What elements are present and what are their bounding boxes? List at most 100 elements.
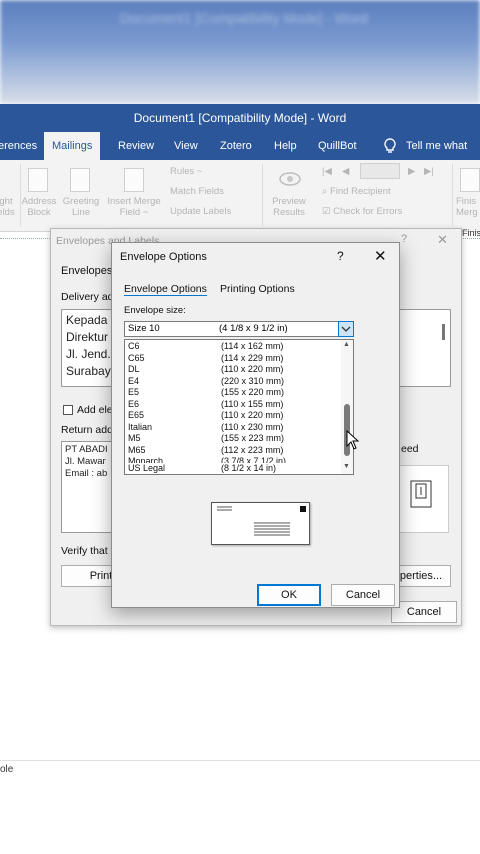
- env-cancel-button[interactable]: Cancel: [391, 601, 457, 623]
- delivery-address-label: Delivery ad: [61, 291, 114, 303]
- tab-view[interactable]: View: [174, 132, 198, 160]
- ribbon: ght elds Address Block Greeting Line Ins…: [0, 160, 480, 232]
- address-block-button[interactable]: Address Block: [20, 196, 58, 218]
- ribbon-separator: [452, 164, 453, 226]
- feed-label: eed: [401, 443, 419, 455]
- list-item[interactable]: E6 (110 x 155 mm): [128, 399, 338, 411]
- delivery-scrollbar[interactable]: [442, 324, 445, 340]
- envelope-size-list[interactable]: C6 (114 x 162 mm) C65 (114 x 229 mm) DL (11…: [124, 339, 354, 475]
- list-item[interactable]: M65 (112 x 223 mm): [128, 445, 338, 457]
- check-errors-icon: ☑: [322, 206, 334, 217]
- size-dim: (155 x 220 mm): [221, 387, 285, 397]
- size-dim: (110 x 230 mm): [221, 421, 284, 432]
- list-item[interactable]: Italian (110 x 230 mm): [128, 422, 338, 434]
- properties-button[interactable]: perties...: [391, 565, 451, 587]
- ok-button[interactable]: OK: [257, 584, 321, 606]
- return-line: Email : ab: [65, 468, 108, 479]
- find-recipient-button[interactable]: ⌕ Find Recipient: [322, 186, 391, 197]
- list-item[interactable]: DL (110 x 220 mm): [128, 364, 338, 376]
- selected-size-name: Size 10: [128, 323, 160, 334]
- record-number-field[interactable]: [360, 163, 400, 179]
- tab-quillbot[interactable]: QuillBot: [318, 132, 357, 160]
- list-item[interactable]: C65 (114 x 229 mm): [128, 353, 338, 365]
- tab-printing-options[interactable]: Printing Options: [220, 283, 295, 295]
- last-record-icon[interactable]: ▶|: [424, 166, 434, 177]
- add-electronic-postage-checkbox[interactable]: [63, 405, 73, 415]
- tab-review[interactable]: Review: [118, 132, 154, 160]
- return-line: PT ABADI: [65, 444, 108, 455]
- list-scrollbar[interactable]: ▲ ▼: [341, 340, 353, 474]
- size-dim: (112 x 223 mm): [221, 444, 284, 455]
- size-name: E5: [128, 387, 140, 397]
- rules-button[interactable]: Rules ~: [170, 166, 202, 177]
- window-title: Document1 [Compatibility Mode] - Word: [0, 104, 480, 132]
- size-name: E6: [128, 398, 140, 409]
- greeting-line-icon[interactable]: [70, 168, 90, 192]
- size-dim: (114 x 229 mm): [221, 352, 284, 363]
- combo-dropdown-button[interactable]: [338, 321, 354, 337]
- size-dim: (220 x 310 mm): [221, 375, 285, 386]
- match-fields-button[interactable]: Match Fields: [170, 186, 224, 197]
- tab-envelope-options[interactable]: Envelope Options: [124, 283, 207, 296]
- tell-me-box[interactable]: Tell me what you: [406, 132, 480, 180]
- previous-record-icon[interactable]: ◀: [342, 166, 349, 177]
- finish-merge-icon[interactable]: [460, 168, 480, 192]
- list-item[interactable]: US Legal (8 1/2 x 14 in): [128, 463, 338, 474]
- size-dim: (110 x 220 mm): [221, 410, 284, 420]
- size-name: US Legal: [128, 463, 166, 473]
- tab-zotero[interactable]: Zotero: [220, 132, 252, 160]
- envelope-size-combobox[interactable]: Size 10 (4 1/8 x 9 1/2 in): [124, 321, 354, 337]
- tab-references[interactable]: erences: [0, 132, 37, 160]
- blurred-background: Document1 [Compatibility Mode] - Word: [0, 0, 480, 104]
- envelope-preview: [211, 502, 310, 545]
- next-record-icon[interactable]: ▶: [408, 166, 415, 177]
- tab-envelopes[interactable]: Envelopes: [61, 265, 112, 277]
- size-dim: (8 1/2 x 14 in): [221, 463, 277, 473]
- size-dim: (114 x 162 mm): [221, 341, 284, 351]
- finish-merge-button[interactable]: Finis Merg: [456, 196, 480, 218]
- check-for-errors-button[interactable]: ☑ Check for Errors: [322, 206, 402, 217]
- feed-icon: [410, 480, 432, 508]
- list-item[interactable]: E65 (110 x 220 mm): [128, 410, 338, 422]
- verify-text: Verify that: [61, 545, 108, 557]
- tab-mailings[interactable]: Mailings: [44, 132, 101, 160]
- first-record-icon[interactable]: |◀: [322, 166, 332, 177]
- preview-results-button[interactable]: Preview Results: [266, 196, 312, 218]
- size-name: C65: [128, 352, 145, 363]
- update-labels-button[interactable]: Update Labels: [170, 206, 231, 217]
- envelope-size-label: Envelope size:: [124, 305, 186, 316]
- opt-close-button[interactable]: ✕: [374, 247, 387, 265]
- env-help-button[interactable]: ?: [401, 233, 407, 245]
- size-name: Italian: [128, 421, 153, 432]
- selected-size-dimensions: (4 1/8 x 9 1/2 in): [219, 323, 288, 334]
- tab-help[interactable]: Help: [274, 132, 297, 160]
- mouse-cursor-icon: [346, 430, 360, 450]
- add-electronic-postage-label: Add ele: [77, 404, 113, 416]
- lightbulb-icon[interactable]: [382, 138, 398, 154]
- insert-merge-field-icon[interactable]: [124, 168, 144, 192]
- list-item[interactable]: C6 (114 x 162 mm): [128, 341, 338, 353]
- highlight-fields-label[interactable]: ght elds: [0, 196, 18, 218]
- ribbon-tabs: erences Mailings Review View Zotero Help…: [0, 132, 480, 180]
- return-line: Jl. Mawar: [65, 456, 106, 467]
- env-close-button[interactable]: ✕: [437, 232, 448, 248]
- find-recipient-label: Find Recipient: [329, 186, 391, 197]
- insert-merge-field-button[interactable]: Insert Merge Field ~: [102, 196, 166, 218]
- size-name: E65: [128, 410, 145, 420]
- preview-results-icon[interactable]: [278, 168, 302, 190]
- opt-cancel-button[interactable]: Cancel: [331, 584, 395, 606]
- greeting-line-button[interactable]: Greeting Line: [60, 196, 102, 218]
- address-block-icon[interactable]: [28, 168, 48, 192]
- size-dim: (110 x 155 mm): [221, 398, 284, 409]
- list-item[interactable]: E4 (220 x 310 mm): [128, 376, 338, 388]
- scroll-down-icon[interactable]: ▼: [343, 463, 350, 470]
- chevron-down-icon: [341, 326, 351, 332]
- list-item[interactable]: M5 (155 x 223 mm): [128, 433, 338, 445]
- scroll-up-icon[interactable]: ▲: [343, 341, 350, 348]
- opt-help-button[interactable]: ?: [337, 249, 344, 263]
- size-dim: (155 x 223 mm): [221, 433, 285, 443]
- size-name: C6: [128, 341, 140, 351]
- opt-dialog-title: Envelope Options: [120, 251, 207, 263]
- status-bar: ole: [0, 760, 480, 778]
- list-item[interactable]: E5 (155 x 220 mm): [128, 387, 338, 399]
